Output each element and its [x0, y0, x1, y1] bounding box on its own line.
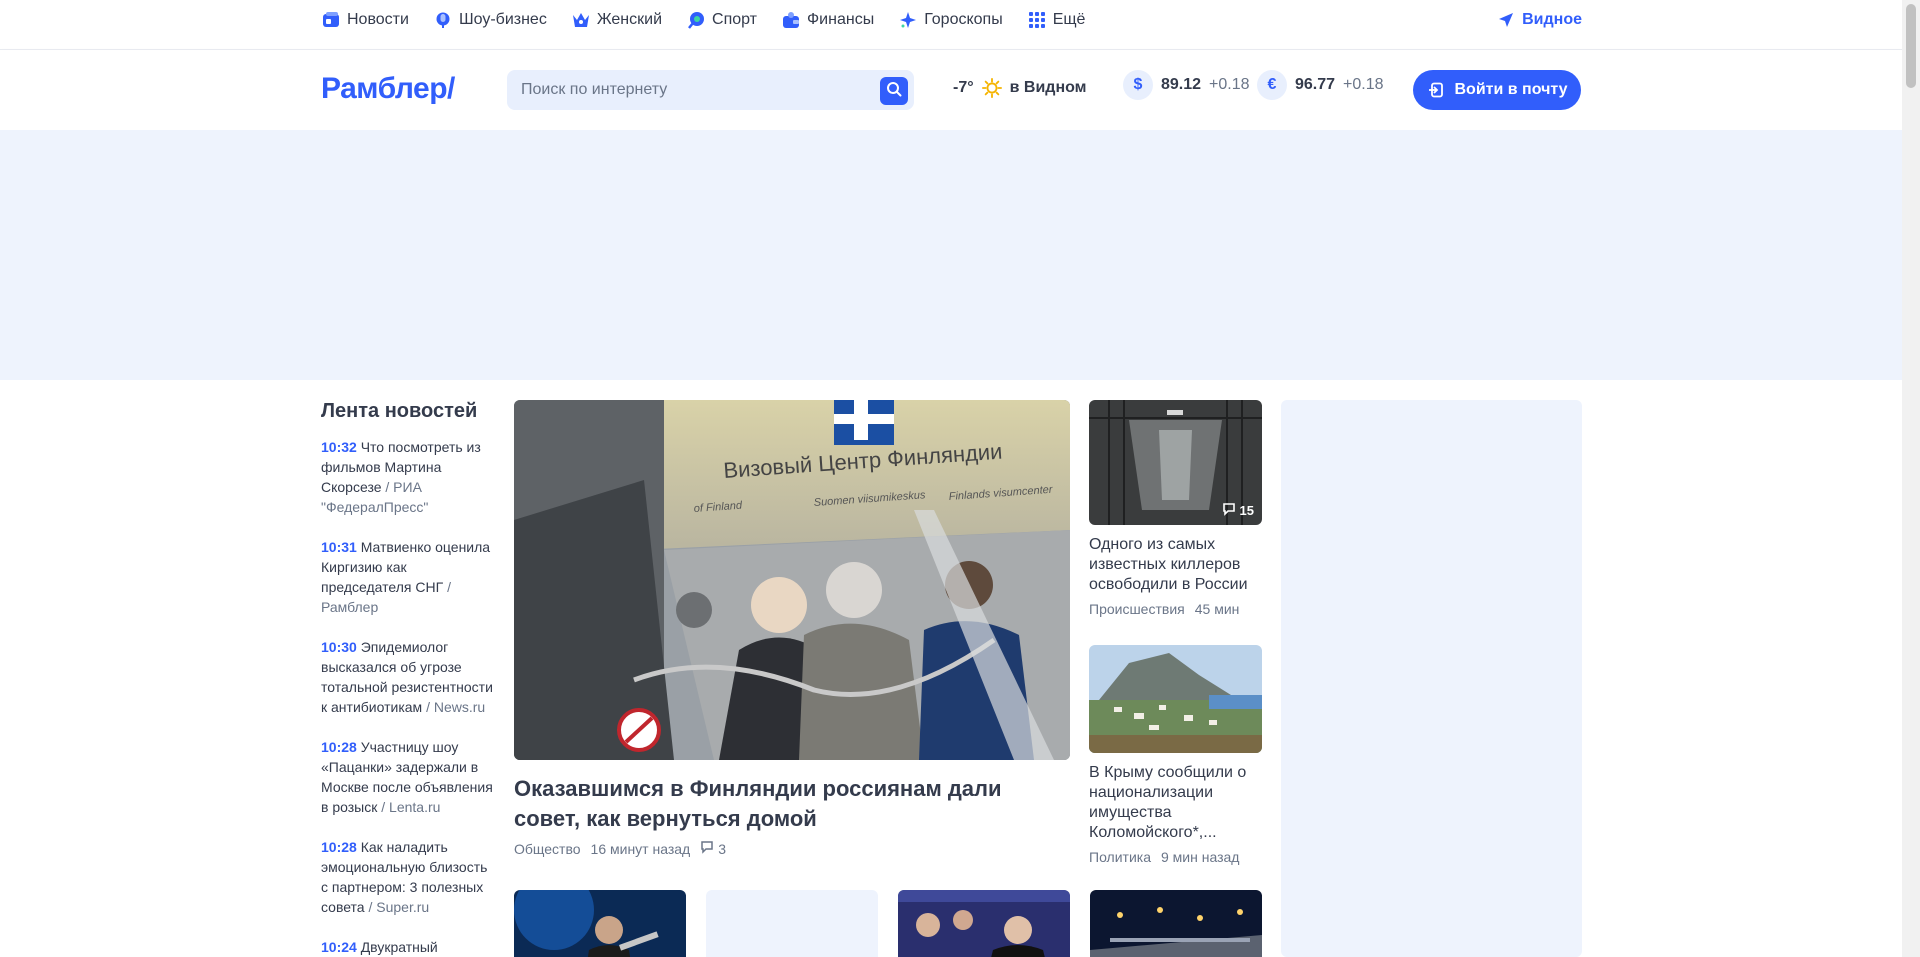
side-story[interactable]: В Крыму сообщили о национализации имущес…	[1089, 645, 1262, 865]
side-story-meta: Политика 9 мин назад	[1089, 849, 1262, 865]
feed-entry-time: 10:24	[321, 939, 357, 955]
feed-entry[interactable]: 10:24 Двукратный	[321, 937, 496, 957]
side-story[interactable]: 15 Одного из самых известных киллеров ос…	[1089, 400, 1262, 617]
sun-icon	[981, 78, 1002, 98]
mic-icon	[433, 10, 453, 30]
page: Новости Шоу-бизнес Женский Спорт Финансы…	[0, 0, 1920, 957]
grid-icon	[1027, 10, 1047, 30]
side-story-image[interactable]: 15	[1089, 400, 1262, 525]
nav-item-label: Финансы	[807, 11, 875, 28]
side-story-meta: Происшествия 45 мин	[1089, 601, 1262, 617]
story-comments[interactable]: 3	[700, 840, 726, 857]
login-mail-button[interactable]: Войти в почту	[1413, 70, 1581, 110]
comment-icon	[700, 840, 714, 857]
search-button[interactable]	[880, 77, 908, 105]
story-category[interactable]: Общество	[514, 841, 581, 857]
euro-icon: €	[1257, 70, 1287, 100]
nav-item-label: Ещё	[1052, 11, 1086, 28]
thumbnail-show[interactable]	[898, 890, 1070, 957]
top-nav-items: Новости Шоу-бизнес Женский Спорт Финансы…	[321, 0, 1085, 40]
side-story-title[interactable]: В Крыму сообщили о национализации имущес…	[1089, 763, 1262, 843]
feed-entry-time: 10:28	[321, 839, 357, 855]
top-nav: Новости Шоу-бизнес Женский Спорт Финансы…	[0, 0, 1902, 50]
currency-value: 89.12	[1161, 76, 1202, 93]
main-story[interactable]: Визовый Центр Финляндии of Finland Suome…	[514, 400, 1070, 857]
comment-count: 15	[1239, 503, 1254, 518]
currency-eur[interactable]: € 96.77 +0.18	[1257, 70, 1384, 100]
nav-item-women[interactable]: Женский	[571, 10, 662, 30]
currency-delta: +0.18	[1209, 76, 1250, 93]
login-icon	[1426, 80, 1446, 100]
nav-item-label: Женский	[596, 11, 663, 28]
news-feed: Лента новостей 10:32 Что посмотреть из ф…	[321, 400, 496, 957]
feed-entry-source[interactable]: / Super.ru	[368, 899, 429, 915]
location-link[interactable]: Видное	[1496, 10, 1582, 30]
location-arrow-icon	[1496, 10, 1516, 30]
search-input[interactable]	[521, 70, 861, 110]
weather-widget[interactable]: -7° в Видном	[953, 78, 1087, 98]
nav-item-news[interactable]: Новости	[321, 10, 409, 30]
feed-entry[interactable]: 10:28 Как наладить эмоциональную близост…	[321, 837, 496, 917]
nav-item-label: Гороскопы	[924, 11, 1003, 28]
nav-item-showbiz[interactable]: Шоу-бизнес	[433, 10, 547, 30]
ad-sidebar	[1281, 400, 1582, 957]
star-icon	[898, 10, 918, 30]
nav-item-label: Шоу-бизнес	[458, 11, 547, 28]
thumbnail-concert[interactable]	[514, 890, 686, 957]
feed-entry-text: Двукратный	[360, 939, 438, 955]
comment-count: 3	[718, 840, 727, 857]
search-icon	[886, 81, 902, 102]
story-category[interactable]: Политика	[1089, 849, 1151, 865]
feed-entry-source[interactable]: / News.ru	[426, 699, 485, 715]
story-category[interactable]: Происшествия	[1089, 601, 1185, 617]
side-story-title[interactable]: Одного из самых известных киллеров освоб…	[1089, 535, 1262, 595]
page-scrollbar[interactable]	[1902, 0, 1920, 957]
scrollbar-thumb[interactable]	[1906, 4, 1916, 88]
comment-badge: 15	[1222, 502, 1254, 519]
side-story-image[interactable]	[1089, 645, 1262, 753]
story-time: 16 минут назад	[590, 840, 691, 857]
main-story-title[interactable]: Оказавшимся в Финляндии россиянам дали с…	[514, 774, 1070, 834]
currency-value: 96.77	[1295, 76, 1336, 93]
search-box	[507, 70, 914, 110]
story-time: 9 мин назад	[1160, 849, 1240, 865]
feed-entry-time: 10:28	[321, 739, 357, 755]
feed-entry[interactable]: 10:28 Участницу шоу «Пацанки» задержали …	[321, 737, 496, 817]
nav-item-label: Новости	[347, 11, 409, 28]
comment-icon	[1222, 502, 1236, 519]
weather-city: в Видном	[1009, 79, 1087, 96]
feed-entry-time: 10:30	[321, 639, 357, 655]
ad-banner	[0, 130, 1902, 380]
login-label: Войти в почту	[1454, 81, 1568, 98]
nav-item-finance[interactable]: Финансы	[781, 10, 874, 30]
news-thumbnails	[514, 890, 1262, 957]
crown-icon	[571, 10, 591, 30]
dollar-icon: $	[1123, 70, 1153, 100]
nav-item-sport[interactable]: Спорт	[686, 10, 757, 30]
story-time: 45 мин	[1194, 601, 1240, 617]
ball-icon	[686, 10, 706, 30]
header: Рамблер/ -7° в Видном $ 89.12 +0.18 € 96…	[0, 50, 1902, 130]
news-feed-title[interactable]: Лента новостей	[321, 400, 496, 423]
currency-usd[interactable]: $ 89.12 +0.18	[1123, 70, 1250, 100]
feed-entry-time: 10:31	[321, 539, 357, 555]
location-label: Видное	[1522, 11, 1582, 28]
weather-temp: -7°	[953, 79, 974, 96]
feed-entry-source[interactable]: / Lenta.ru	[381, 799, 440, 815]
main-story-image[interactable]: Визовый Центр Финляндии of Finland Suome…	[514, 400, 1070, 760]
rambler-logo[interactable]: Рамблер/	[321, 72, 455, 106]
feed-entry-time: 10:32	[321, 439, 357, 455]
thumbnail-placeholder	[706, 890, 878, 957]
nav-item-horoscopes[interactable]: Гороскопы	[898, 10, 1003, 30]
feed-entry[interactable]: 10:30 Эпидемиолог высказался об угрозе т…	[321, 637, 496, 717]
thumbnail-night-street[interactable]	[1090, 890, 1262, 957]
currency-delta: +0.18	[1343, 76, 1384, 93]
nav-item-label: Спорт	[712, 11, 758, 28]
nav-item-more[interactable]: Ещё	[1027, 10, 1086, 30]
news-icon	[321, 10, 341, 30]
feed-entry[interactable]: 10:31 Матвиенко оценила Киргизию как пре…	[321, 537, 496, 617]
feed-entry[interactable]: 10:32 Что посмотреть из фильмов Мартина …	[321, 437, 496, 517]
wallet-icon	[781, 10, 801, 30]
main-story-meta: Общество 16 минут назад 3	[514, 840, 1070, 857]
